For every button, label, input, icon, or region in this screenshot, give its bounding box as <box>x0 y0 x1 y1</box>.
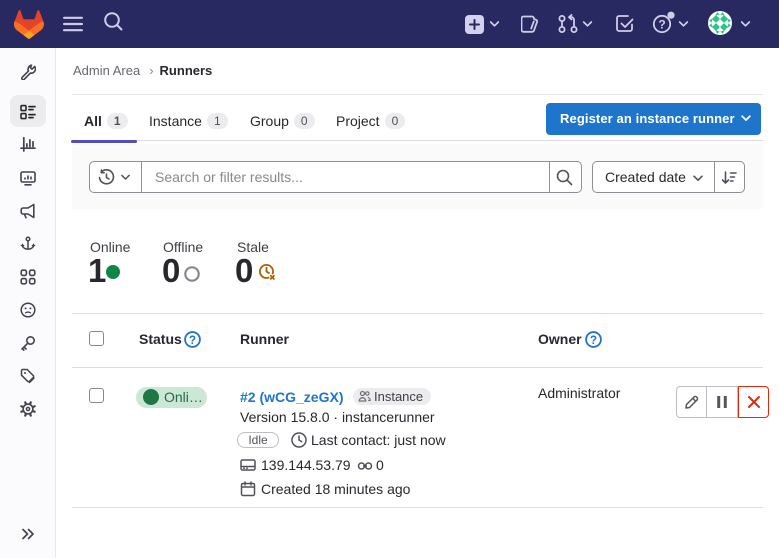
svg-text:?: ? <box>590 335 597 347</box>
svg-text:?: ? <box>658 18 665 32</box>
svg-text:?: ? <box>189 335 196 347</box>
